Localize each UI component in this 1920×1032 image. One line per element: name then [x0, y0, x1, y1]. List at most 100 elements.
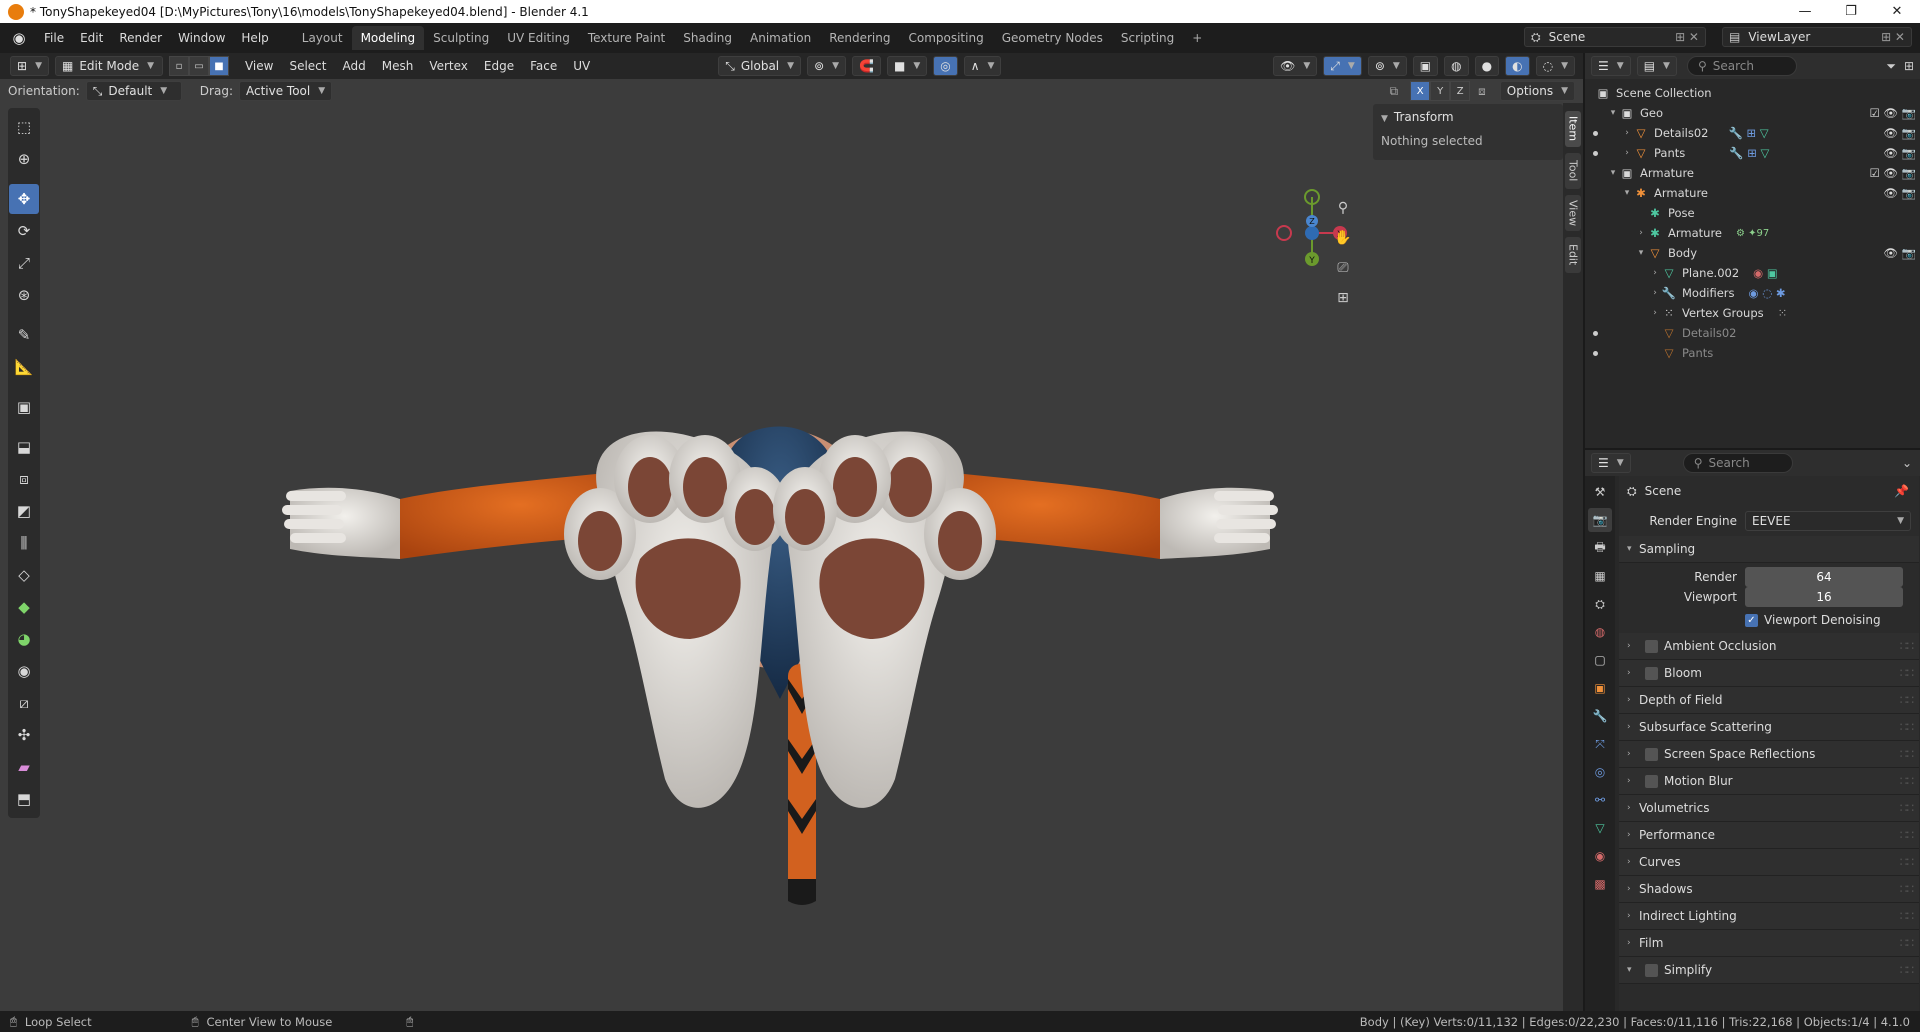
tab-item[interactable]: Item: [1565, 111, 1581, 147]
orientation-dropdown[interactable]: ⤡ Default ▼: [85, 81, 182, 101]
viewport-denoising-checkbox[interactable]: ✓: [1745, 613, 1758, 627]
face-select-icon[interactable]: ■: [208, 56, 229, 76]
outliner-pants[interactable]: › ▽ Pants 🔧 ⊞ ▽ 👁 📷: [1585, 143, 1920, 163]
physics-props-icon[interactable]: ◎: [1588, 760, 1612, 784]
pivot-dropdown[interactable]: ⊚ ▼: [807, 56, 847, 76]
properties-editor-type[interactable]: ☰ ▼: [1591, 453, 1631, 473]
view-layer-close-icon[interactable]: ⊞ ✕: [1881, 30, 1905, 44]
wireframe-shading-icon[interactable]: ◍: [1444, 56, 1469, 76]
filter-icon[interactable]: ⏷: [1886, 59, 1896, 74]
tab-animation[interactable]: Animation: [741, 26, 820, 50]
mode-dropdown[interactable]: ▦ Edit Mode ▼: [54, 56, 163, 76]
falloff-dropdown[interactable]: ∧ ▼: [963, 56, 1002, 76]
tab-scripting[interactable]: Scripting: [1112, 26, 1183, 50]
tab-compositing[interactable]: Compositing: [899, 26, 992, 50]
knife-tool-icon[interactable]: ◇: [9, 560, 39, 590]
shear-tool-icon[interactable]: ▰: [9, 752, 39, 782]
3d-viewport[interactable]: X Y Z ⚲ ✋ ⎚ ⊞ ▼ Transform Nothing selecte…: [0, 79, 1563, 1011]
xray-toggle-icon[interactable]: ▣: [1412, 56, 1439, 76]
shrink-fatten-tool-icon[interactable]: ✣: [9, 720, 39, 750]
mirror-y-toggle[interactable]: Y: [1430, 81, 1451, 101]
material-props-icon[interactable]: ◉: [1588, 844, 1612, 868]
pan-hand-icon[interactable]: ✋: [1328, 225, 1358, 251]
view-layer-props-icon[interactable]: ▦: [1588, 564, 1612, 588]
auto-merge-icon[interactable]: ⧈: [1478, 84, 1486, 99]
outliner-plane002[interactable]: › ▽ Plane.002 ◉ ▣: [1585, 263, 1920, 283]
menu-uv[interactable]: UV: [565, 59, 598, 73]
mirror-x-toggle[interactable]: X: [1410, 81, 1431, 101]
transform-tool-icon[interactable]: ⊛: [9, 280, 39, 310]
chevron-down-icon[interactable]: ⌄: [1902, 456, 1912, 470]
sampling-panel-header[interactable]: ▾ Sampling: [1619, 536, 1919, 563]
options-dropdown[interactable]: Options ▼: [1499, 81, 1575, 101]
data-props-icon[interactable]: ▽: [1588, 816, 1612, 840]
snap-target-dropdown[interactable]: ■ ▼: [887, 56, 928, 76]
simplify-panel[interactable]: ▾ Simplify ∷∷: [1619, 957, 1919, 984]
viewport-denoising-row[interactable]: ✓ Viewport Denoising: [1619, 607, 1919, 633]
scene-pin-icon[interactable]: ⊞ ✕: [1675, 30, 1699, 44]
tab-uv-editing[interactable]: UV Editing: [498, 26, 579, 50]
menu-select[interactable]: Select: [281, 59, 334, 73]
tab-rendering[interactable]: Rendering: [820, 26, 899, 50]
tab-texture-paint[interactable]: Texture Paint: [579, 26, 674, 50]
outliner-armature-data[interactable]: › ✱ Armature ⚙ ✦97: [1585, 223, 1920, 243]
mirror-z-toggle[interactable]: Z: [1450, 81, 1471, 101]
particles-props-icon[interactable]: ⤧: [1588, 732, 1612, 756]
texture-props-icon[interactable]: ▩: [1588, 872, 1612, 896]
material-shading-icon[interactable]: ◐: [1505, 56, 1530, 76]
menu-add[interactable]: Add: [335, 59, 374, 73]
object-props-icon[interactable]: ▣: [1588, 676, 1612, 700]
outliner-geo[interactable]: ▾ ▣ Geo ☑ 👁 📷: [1585, 103, 1920, 123]
tab-geometry-nodes[interactable]: Geometry Nodes: [993, 26, 1112, 50]
edge-select-icon[interactable]: ▭: [188, 56, 209, 76]
menu-edge[interactable]: Edge: [476, 59, 522, 73]
tab-sculpting[interactable]: Sculpting: [424, 26, 498, 50]
bloom-checkbox[interactable]: [1645, 666, 1658, 680]
properties-search[interactable]: ⚲ Search: [1682, 453, 1793, 473]
render-props-icon[interactable]: 📷: [1588, 508, 1612, 532]
overlay-toggle-icon[interactable]: ⊚ ▼: [1367, 56, 1407, 76]
volumetrics-panel[interactable]: › Volumetrics ∷∷: [1619, 795, 1919, 822]
spin-tool-icon[interactable]: ◕: [9, 624, 39, 654]
viewport-samples-field[interactable]: 16: [1745, 587, 1903, 607]
screen-space-reflections-panel[interactable]: › Screen Space Reflections ∷∷: [1619, 741, 1919, 768]
ssr-checkbox[interactable]: [1645, 747, 1658, 761]
motion-blur-panel[interactable]: › Motion Blur ∷∷: [1619, 768, 1919, 795]
outliner-details02[interactable]: › ▽ Details02 🔧 ⊞ ▽ 👁 📷: [1585, 123, 1920, 143]
output-props-icon[interactable]: 🖶: [1588, 536, 1612, 560]
collection-props-icon[interactable]: ▢: [1588, 648, 1612, 672]
blender-menu-icon[interactable]: ◉: [8, 29, 30, 47]
render-samples-field[interactable]: 64: [1745, 567, 1903, 587]
camera-view-icon[interactable]: ⎚: [1328, 255, 1358, 281]
modifier-props-icon[interactable]: 🔧: [1588, 704, 1612, 728]
row-toggles[interactable]: 👁 📷: [1883, 246, 1916, 260]
tab-layout[interactable]: Layout: [293, 26, 352, 50]
outliner-display-mode[interactable]: ▤ ▼: [1636, 56, 1677, 76]
ambient-occlusion-checkbox[interactable]: [1645, 639, 1658, 653]
pin-icon[interactable]: 📌: [1894, 484, 1909, 498]
close-button[interactable]: ✕: [1874, 4, 1920, 19]
row-toggles[interactable]: ☑ 👁 📷: [1869, 166, 1916, 180]
film-panel[interactable]: › Film ∷∷: [1619, 930, 1919, 957]
menu-view[interactable]: View: [237, 59, 281, 73]
poly-build-tool-icon[interactable]: ◆: [9, 592, 39, 622]
outliner-modifiers[interactable]: › 🔧 Modifiers ◉ ◌ ✱: [1585, 283, 1920, 303]
select-box-icon[interactable]: ⬚: [9, 112, 39, 142]
view-layer-selector[interactable]: ▤ ViewLayer ⊞ ✕: [1722, 27, 1912, 47]
row-toggles[interactable]: 👁 📷: [1883, 146, 1916, 160]
outliner-armature-object[interactable]: ▾ ✱ Armature 👁 📷: [1585, 183, 1920, 203]
transform-orientation-dropdown[interactable]: ⤡ Global ▼: [718, 56, 802, 76]
outliner-editor-type[interactable]: ☰ ▼: [1591, 56, 1631, 76]
add-workspace-button[interactable]: +: [1183, 26, 1211, 50]
performance-panel[interactable]: › Performance ∷∷: [1619, 822, 1919, 849]
smooth-tool-icon[interactable]: ◉: [9, 656, 39, 686]
simplify-checkbox[interactable]: [1645, 963, 1658, 977]
outliner-scene-collection[interactable]: ▣ Scene Collection: [1585, 83, 1920, 103]
transform-panel-header[interactable]: ▼ Transform: [1373, 104, 1563, 130]
zoom-icon[interactable]: ⚲: [1328, 195, 1358, 221]
outliner-pose[interactable]: ✱ Pose: [1585, 203, 1920, 223]
annotate-tool-icon[interactable]: ✎: [9, 320, 39, 350]
bevel-tool-icon[interactable]: ◩: [9, 496, 39, 526]
edge-slide-tool-icon[interactable]: ⧄: [9, 688, 39, 718]
move-tool-icon[interactable]: ✥: [9, 184, 39, 214]
